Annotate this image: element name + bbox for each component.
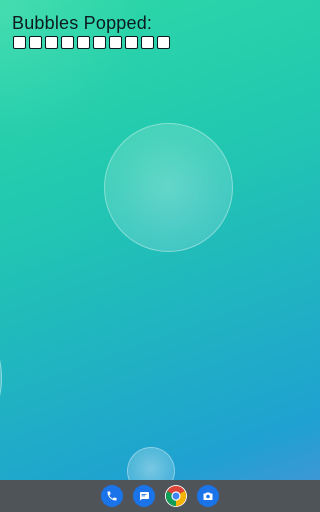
counter-slot — [125, 36, 138, 49]
counter-slot — [157, 36, 170, 49]
phone-app-button[interactable] — [101, 485, 123, 507]
counter-slot — [61, 36, 74, 49]
popped-counter — [13, 36, 302, 49]
counter-slot — [45, 36, 58, 49]
messages-icon — [140, 492, 149, 501]
camera-app-button[interactable] — [197, 485, 219, 507]
counter-slot — [77, 36, 90, 49]
messages-app-button[interactable] — [133, 485, 155, 507]
counter-slot — [29, 36, 42, 49]
counter-slot — [13, 36, 26, 49]
app-dock — [0, 480, 320, 512]
counter-slot — [109, 36, 122, 49]
camera-icon — [203, 492, 213, 500]
counter-slot — [141, 36, 154, 49]
chrome-icon — [165, 485, 187, 507]
bubble-partial-left[interactable] — [0, 335, 2, 421]
counter-slot — [93, 36, 106, 49]
phone-icon — [107, 491, 117, 501]
bubbles-popped-title: Bubbles Popped: — [12, 13, 153, 33]
chrome-app-button[interactable] — [165, 485, 187, 507]
game-screen: Bubbles Popped: — [0, 0, 320, 512]
score-header: Bubbles Popped: — [12, 12, 302, 49]
bubble-large[interactable] — [104, 123, 233, 252]
